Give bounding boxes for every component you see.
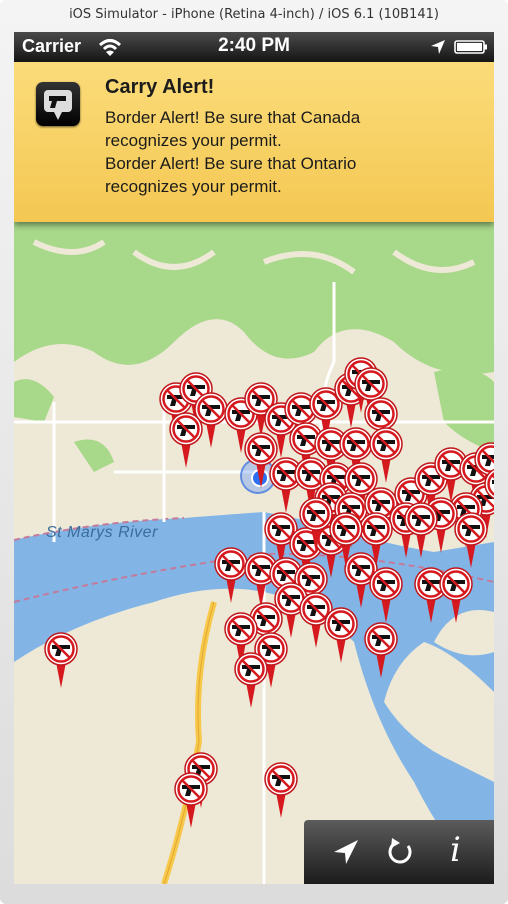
no-gun-pin-icon [439, 567, 473, 623]
alert-line: Border Alert! Be sure that Ontario [105, 154, 357, 173]
map-pin[interactable] [364, 622, 398, 680]
map-pin[interactable] [264, 762, 298, 820]
status-time: 2:40 PM [218, 35, 290, 56]
window-title: iOS Simulator - iPhone (Retina 4-inch) /… [69, 7, 439, 22]
map-pin[interactable] [454, 512, 488, 570]
alert-messages: Border Alert! Be sure that Canada recogn… [105, 106, 485, 198]
alert-line: recognizes your permit. [105, 177, 282, 196]
locate-arrow-icon [334, 840, 358, 864]
no-gun-pin-icon [299, 497, 333, 553]
no-gun-pin-icon [324, 607, 358, 663]
map-pin[interactable] [369, 567, 403, 625]
map-pin[interactable] [329, 512, 363, 570]
simulator-window: iOS Simulator - iPhone (Retina 4-inch) /… [0, 0, 508, 904]
map-pin[interactable] [324, 607, 358, 665]
map-pin[interactable] [214, 547, 248, 605]
map-pin[interactable] [439, 567, 473, 625]
no-gun-pin-icon [369, 567, 403, 623]
device-screen: Carrier 2:40 PM Carry Alert! Border Aler… [14, 32, 494, 884]
no-gun-pin-icon [169, 412, 203, 468]
location-arrow-icon [431, 40, 445, 54]
no-gun-pin-icon [454, 512, 488, 568]
battery-icon [454, 40, 487, 54]
info-button[interactable]: i [438, 830, 478, 872]
no-gun-pin-icon [234, 652, 268, 708]
status-bar: Carrier 2:40 PM [14, 32, 494, 62]
carry-alert-banner[interactable]: Carry Alert! Border Alert! Be sure that … [14, 62, 494, 222]
no-gun-pin-icon [174, 772, 208, 828]
no-gun-pin-icon [264, 762, 298, 818]
map-pin[interactable] [404, 502, 438, 560]
map-pin[interactable] [44, 632, 78, 690]
locate-button[interactable] [326, 832, 366, 872]
map-view[interactable]: St Marys River [14, 222, 494, 884]
map-pin[interactable] [169, 412, 203, 470]
refresh-icon [388, 838, 412, 864]
map-pin[interactable] [174, 772, 208, 830]
app-icon [36, 82, 80, 126]
no-gun-pin-icon [44, 632, 78, 688]
alert-line: Border Alert! Be sure that Canada [105, 108, 361, 127]
no-gun-pin-icon [329, 512, 363, 568]
map-pin[interactable] [234, 652, 268, 710]
refresh-button[interactable] [380, 832, 420, 872]
alert-title: Carry Alert! [105, 76, 215, 98]
info-icon: i [450, 830, 461, 870]
alert-line: recognizes your permit. [105, 131, 282, 150]
map-label-river: St Marys River [46, 524, 158, 541]
no-gun-pin-icon [214, 547, 248, 603]
map-toolbar: i [304, 820, 494, 884]
no-gun-pin-icon [404, 502, 438, 558]
map-pin[interactable] [299, 497, 333, 555]
no-gun-pin-icon [364, 622, 398, 678]
